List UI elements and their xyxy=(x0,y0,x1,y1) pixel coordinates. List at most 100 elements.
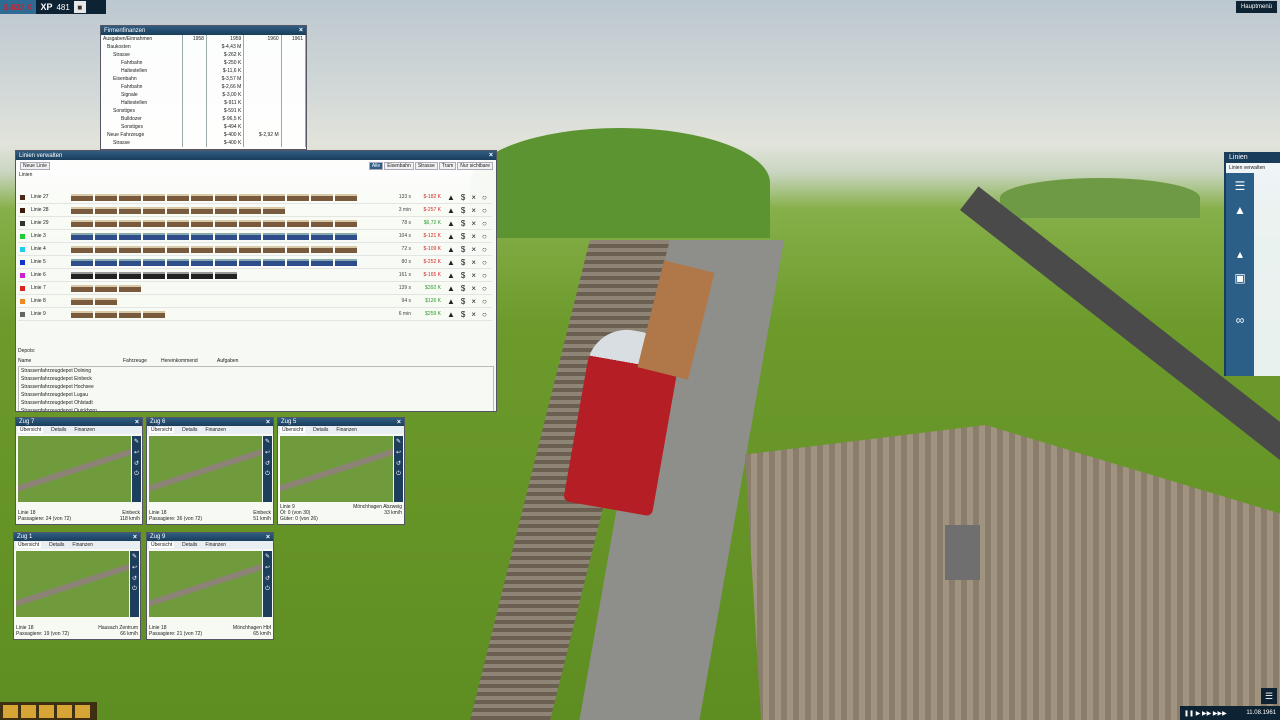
vehicle-thumb[interactable] xyxy=(335,245,357,253)
vehicle-thumb[interactable] xyxy=(143,232,165,240)
delete-icon[interactable]: × xyxy=(471,284,476,293)
tab-finances[interactable]: Finanzen xyxy=(205,427,226,433)
vehicle-thumb[interactable] xyxy=(143,193,165,201)
power-icon[interactable]: ⏻ xyxy=(134,471,139,478)
depot-icon[interactable]: ↩ xyxy=(134,449,139,456)
vehicle-thumb[interactable] xyxy=(167,271,189,279)
train-title-bar[interactable]: Zug 7 × xyxy=(16,418,142,426)
vehicle-thumb[interactable] xyxy=(119,271,141,279)
lines-list[interactable]: Linie 27 133 s $-182 K ▲ $ × ○ Linie 28 3 min $-2… xyxy=(18,191,492,331)
filter-eisenbahn[interactable]: Eisenbahn xyxy=(384,162,414,170)
vehicle-thumb[interactable] xyxy=(215,271,237,279)
vehicle-thumb[interactable] xyxy=(119,193,141,201)
delete-icon[interactable]: × xyxy=(471,193,476,202)
vehicle-thumb[interactable] xyxy=(287,232,309,240)
vehicle-thumb[interactable] xyxy=(167,258,189,266)
road-icon[interactable]: ▲ xyxy=(1234,203,1246,217)
tab-details[interactable]: Details xyxy=(182,542,197,548)
follow-icon[interactable]: ✎ xyxy=(132,553,137,560)
visibility-icon[interactable]: ○ xyxy=(482,297,487,306)
vehicle-thumb[interactable] xyxy=(95,232,117,240)
vehicle-thumb[interactable] xyxy=(287,245,309,253)
filter-alle[interactable]: Alle xyxy=(368,162,384,170)
vehicle-thumb[interactable] xyxy=(191,206,213,214)
vehicle-thumb[interactable] xyxy=(119,284,141,292)
vehicle-thumb[interactable] xyxy=(215,193,237,201)
train-title-bar[interactable]: Zug 1 × xyxy=(14,533,140,541)
tab-details[interactable]: Details xyxy=(51,427,66,433)
visibility-icon[interactable]: ○ xyxy=(482,245,487,254)
filter-nur-sichtbare[interactable]: Nur sichtbare xyxy=(457,162,493,170)
tab-finances[interactable]: Finanzen xyxy=(336,427,357,433)
vehicle-thumb[interactable] xyxy=(95,206,117,214)
vehicle-thumb[interactable] xyxy=(71,271,93,279)
delete-icon[interactable]: × xyxy=(471,297,476,306)
vehicle-thumb[interactable] xyxy=(167,193,189,201)
vehicle-thumb[interactable] xyxy=(71,219,93,227)
dollar-icon[interactable]: $ xyxy=(461,206,465,215)
reverse-icon[interactable]: ↺ xyxy=(396,460,401,467)
vehicle-thumb[interactable] xyxy=(167,232,189,240)
visibility-icon[interactable]: ○ xyxy=(482,232,487,241)
vehicle-thumb[interactable] xyxy=(119,232,141,240)
vehicle-thumb[interactable] xyxy=(239,245,261,253)
vehicle-thumb[interactable] xyxy=(95,193,117,201)
vehicle-thumb[interactable] xyxy=(167,245,189,253)
vehicle-thumb[interactable] xyxy=(311,245,333,253)
vehicle-thumb[interactable] xyxy=(95,245,117,253)
vehicle-thumb[interactable] xyxy=(263,193,285,201)
visibility-icon[interactable]: ○ xyxy=(482,193,487,202)
line-row[interactable]: Linie 27 133 s $-182 K ▲ $ × ○ xyxy=(18,191,492,204)
add-vehicle-icon[interactable]: ▲ xyxy=(447,245,455,254)
tab-details[interactable]: Details xyxy=(313,427,328,433)
vehicle-thumb[interactable] xyxy=(71,310,93,318)
line-row[interactable]: Linie 28 3 min $-257 K ▲ $ × ○ xyxy=(18,204,492,217)
vehicle-thumb[interactable] xyxy=(263,219,285,227)
vehicle-thumb[interactable] xyxy=(143,206,165,214)
side-panel-subtitle[interactable]: Linien verwalten xyxy=(1226,163,1280,173)
vehicle-thumb[interactable] xyxy=(119,258,141,266)
depot-list[interactable]: Strassenfahrzeugdepot Dolning Strassenfah… xyxy=(18,366,494,411)
add-vehicle-icon[interactable]: ▲ xyxy=(447,206,455,215)
train-title-bar[interactable]: Zug 5 × xyxy=(278,418,404,426)
visibility-icon[interactable]: ○ xyxy=(482,219,487,228)
follow-icon[interactable]: ✎ xyxy=(396,438,401,445)
dollar-icon[interactable]: $ xyxy=(461,258,465,267)
line-row[interactable]: Linie 9 6 min $259 K ▲ $ × ○ xyxy=(18,308,492,321)
vehicle-thumb[interactable] xyxy=(143,271,165,279)
tab-finances[interactable]: Finanzen xyxy=(205,542,226,548)
add-vehicle-icon[interactable]: ▲ xyxy=(447,232,455,241)
reverse-icon[interactable]: ↺ xyxy=(265,460,270,467)
close-icon[interactable]: × xyxy=(266,419,270,426)
line-row[interactable]: Linie 3 104 s $-121 K ▲ $ × ○ xyxy=(18,230,492,243)
depot-icon[interactable]: ↩ xyxy=(132,564,137,571)
line-row[interactable]: Linie 5 80 s $-252 K ▲ $ × ○ xyxy=(18,256,492,269)
vehicle-thumb[interactable] xyxy=(263,258,285,266)
vehicle-thumb[interactable] xyxy=(143,258,165,266)
vehicle-thumb[interactable] xyxy=(287,258,309,266)
vehicle-thumb[interactable] xyxy=(119,206,141,214)
delete-icon[interactable]: × xyxy=(471,310,476,319)
reverse-icon[interactable]: ↺ xyxy=(134,460,139,467)
vehicle-thumb[interactable] xyxy=(215,258,237,266)
reverse-icon[interactable]: ↺ xyxy=(132,575,137,582)
dollar-icon[interactable]: $ xyxy=(461,297,465,306)
train-title-bar[interactable]: Zug 9 × xyxy=(147,533,273,541)
visibility-icon[interactable]: ○ xyxy=(482,284,487,293)
power-icon[interactable]: ⏻ xyxy=(396,471,401,478)
vehicle-thumb[interactable] xyxy=(215,232,237,240)
vehicle-thumb[interactable] xyxy=(215,245,237,253)
tab-finances[interactable]: Finanzen xyxy=(74,427,95,433)
vehicle-thumb[interactable] xyxy=(311,193,333,201)
vehicle-thumb[interactable] xyxy=(71,245,93,253)
reverse-icon[interactable]: ↺ xyxy=(265,575,270,582)
visibility-icon[interactable]: ○ xyxy=(482,271,487,280)
dollar-icon[interactable]: $ xyxy=(461,232,465,241)
vehicle-thumb[interactable] xyxy=(239,206,261,214)
vehicle-thumb[interactable] xyxy=(71,297,93,305)
delete-icon[interactable]: × xyxy=(471,206,476,215)
delete-icon[interactable]: × xyxy=(471,271,476,280)
close-icon[interactable]: × xyxy=(489,152,493,159)
close-icon[interactable]: × xyxy=(397,419,401,426)
vehicle-thumb[interactable] xyxy=(191,258,213,266)
